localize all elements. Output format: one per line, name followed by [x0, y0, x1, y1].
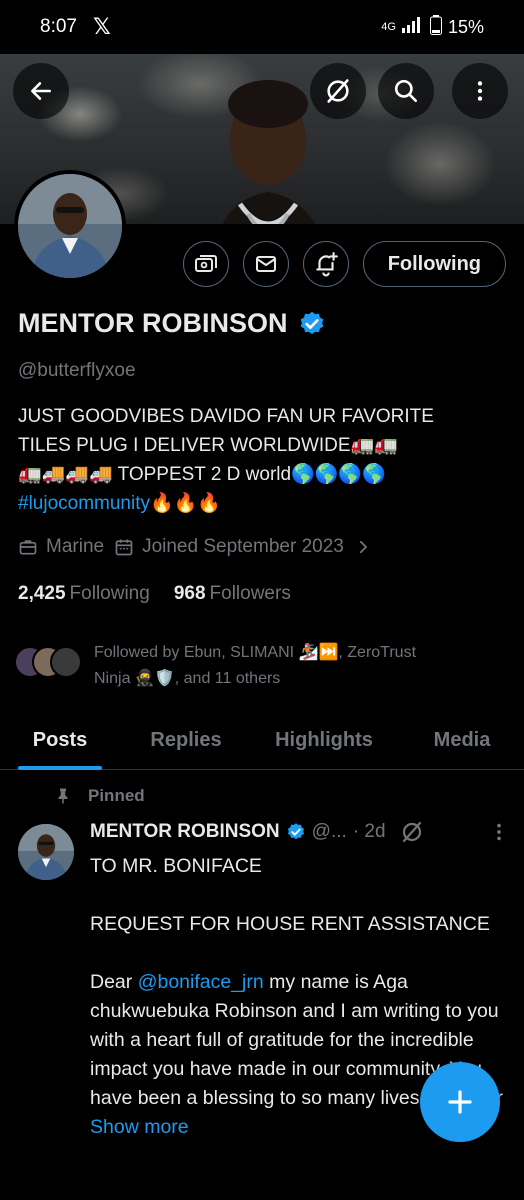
profile-handle: @butterflyxoe — [18, 360, 136, 381]
joined-date: Joined September 2023 — [142, 536, 344, 557]
profile-meta[interactable]: Marine Joined September 2023 — [18, 536, 372, 558]
grok-button[interactable] — [310, 63, 366, 119]
post-timestamp: · 2d — [352, 821, 386, 842]
message-button[interactable] — [242, 241, 289, 287]
show-more-link[interactable]: Show more — [90, 1116, 189, 1138]
signal-icon — [401, 16, 424, 38]
bio-line: 🚛🚚🚚🚚 TOPPEST 2 D world🌎🌎🌎🌎 — [18, 464, 386, 485]
following-label: Following — [69, 583, 150, 604]
pinned-label-row: Pinned — [54, 786, 145, 806]
bio-line: JUST GOODVIBES DAVIDO FAN UR FAVORITE — [18, 406, 434, 427]
pinned-label: Pinned — [88, 786, 145, 805]
status-bar: 8:07 𝕏 4G 15% — [0, 0, 524, 54]
tab-media[interactable]: Media — [422, 710, 502, 770]
profile-avatar[interactable] — [14, 170, 126, 282]
subscribe-button[interactable] — [182, 241, 229, 287]
bio-line: TILES PLUG I DELIVER WORLDWIDE🚛🚛 — [18, 435, 398, 456]
post-author-name[interactable]: MENTOR ROBINSON — [90, 821, 280, 843]
plus-icon — [448, 1090, 472, 1114]
back-button[interactable] — [13, 63, 69, 119]
chevron-right-icon[interactable] — [354, 538, 372, 556]
verified-badge-icon — [287, 823, 304, 840]
search-icon — [394, 79, 418, 103]
mutual-avatars — [14, 646, 84, 686]
post-header: MENTOR ROBINSON @... · 2d — [90, 820, 510, 844]
followed-by-section[interactable]: Followed by Ebun, SLIMANI 🏂⏭️, ZeroTrust… — [14, 640, 494, 692]
briefcase-icon — [19, 540, 37, 555]
avatar — [50, 646, 82, 678]
notification-bell-icon — [315, 252, 338, 277]
network-type: 4G — [381, 21, 396, 33]
tab-posts[interactable]: Posts — [18, 710, 102, 770]
battery-level: 15% — [447, 16, 484, 37]
message-icon — [255, 256, 276, 272]
x-app-icon: 𝕏 — [92, 14, 111, 39]
mention-link[interactable]: @boniface_jrn — [138, 971, 264, 993]
verified-badge-icon[interactable] — [298, 310, 326, 338]
followers-label: Followers — [209, 583, 291, 604]
status-time: 8:07 — [40, 16, 77, 37]
grok-icon — [327, 79, 349, 103]
profile-bio: JUST GOODVIBES DAVIDO FAN UR FAVORITE TI… — [18, 402, 508, 518]
compose-post-button[interactable] — [420, 1062, 500, 1142]
profile-name: MENTOR ROBINSON — [18, 308, 288, 338]
post-author-avatar[interactable] — [18, 824, 74, 880]
bio-hashtag-link[interactable]: #lujocommunity — [18, 493, 150, 514]
bio-emojis: 🔥🔥🔥 — [150, 493, 221, 514]
following-button[interactable]: Following — [362, 241, 506, 287]
profile-actions: Following — [182, 241, 506, 287]
notification-button[interactable] — [302, 241, 349, 287]
followed-by-text: Followed by Ebun, SLIMANI 🏂⏭️, ZeroTrust… — [94, 644, 417, 687]
grok-icon[interactable] — [400, 820, 424, 844]
post-line: REQUEST FOR HOUSE RENT ASSISTANCE — [90, 913, 490, 935]
more-vertical-icon — [477, 81, 483, 101]
profession-text: Marine — [46, 536, 105, 557]
more-vertical-icon[interactable] — [488, 821, 510, 843]
following-count: 2,425 — [18, 583, 66, 604]
profile-name-row: MENTOR ROBINSON — [18, 308, 326, 339]
calendar-icon — [115, 539, 133, 556]
search-button[interactable] — [378, 63, 434, 119]
followers-count: 968 — [173, 583, 206, 604]
more-options-button[interactable] — [452, 63, 508, 119]
follow-counts: 2,425 Following 968 Followers — [18, 583, 291, 605]
post-line: TO MR. BONIFACE — [90, 855, 262, 877]
battery-icon — [429, 14, 442, 40]
back-arrow-icon — [31, 82, 51, 100]
pin-icon — [58, 788, 68, 804]
followers-count-link[interactable]: 968 Followers — [174, 583, 291, 605]
following-count-link[interactable]: 2,425 Following — [18, 583, 150, 605]
tab-replies[interactable]: Replies — [140, 710, 232, 770]
subscribe-icon — [194, 255, 217, 272]
tab-highlights[interactable]: Highlights — [264, 710, 384, 770]
profile-tabs: Posts Replies Highlights Media — [0, 710, 524, 770]
post-author-handle: @... — [311, 821, 347, 842]
